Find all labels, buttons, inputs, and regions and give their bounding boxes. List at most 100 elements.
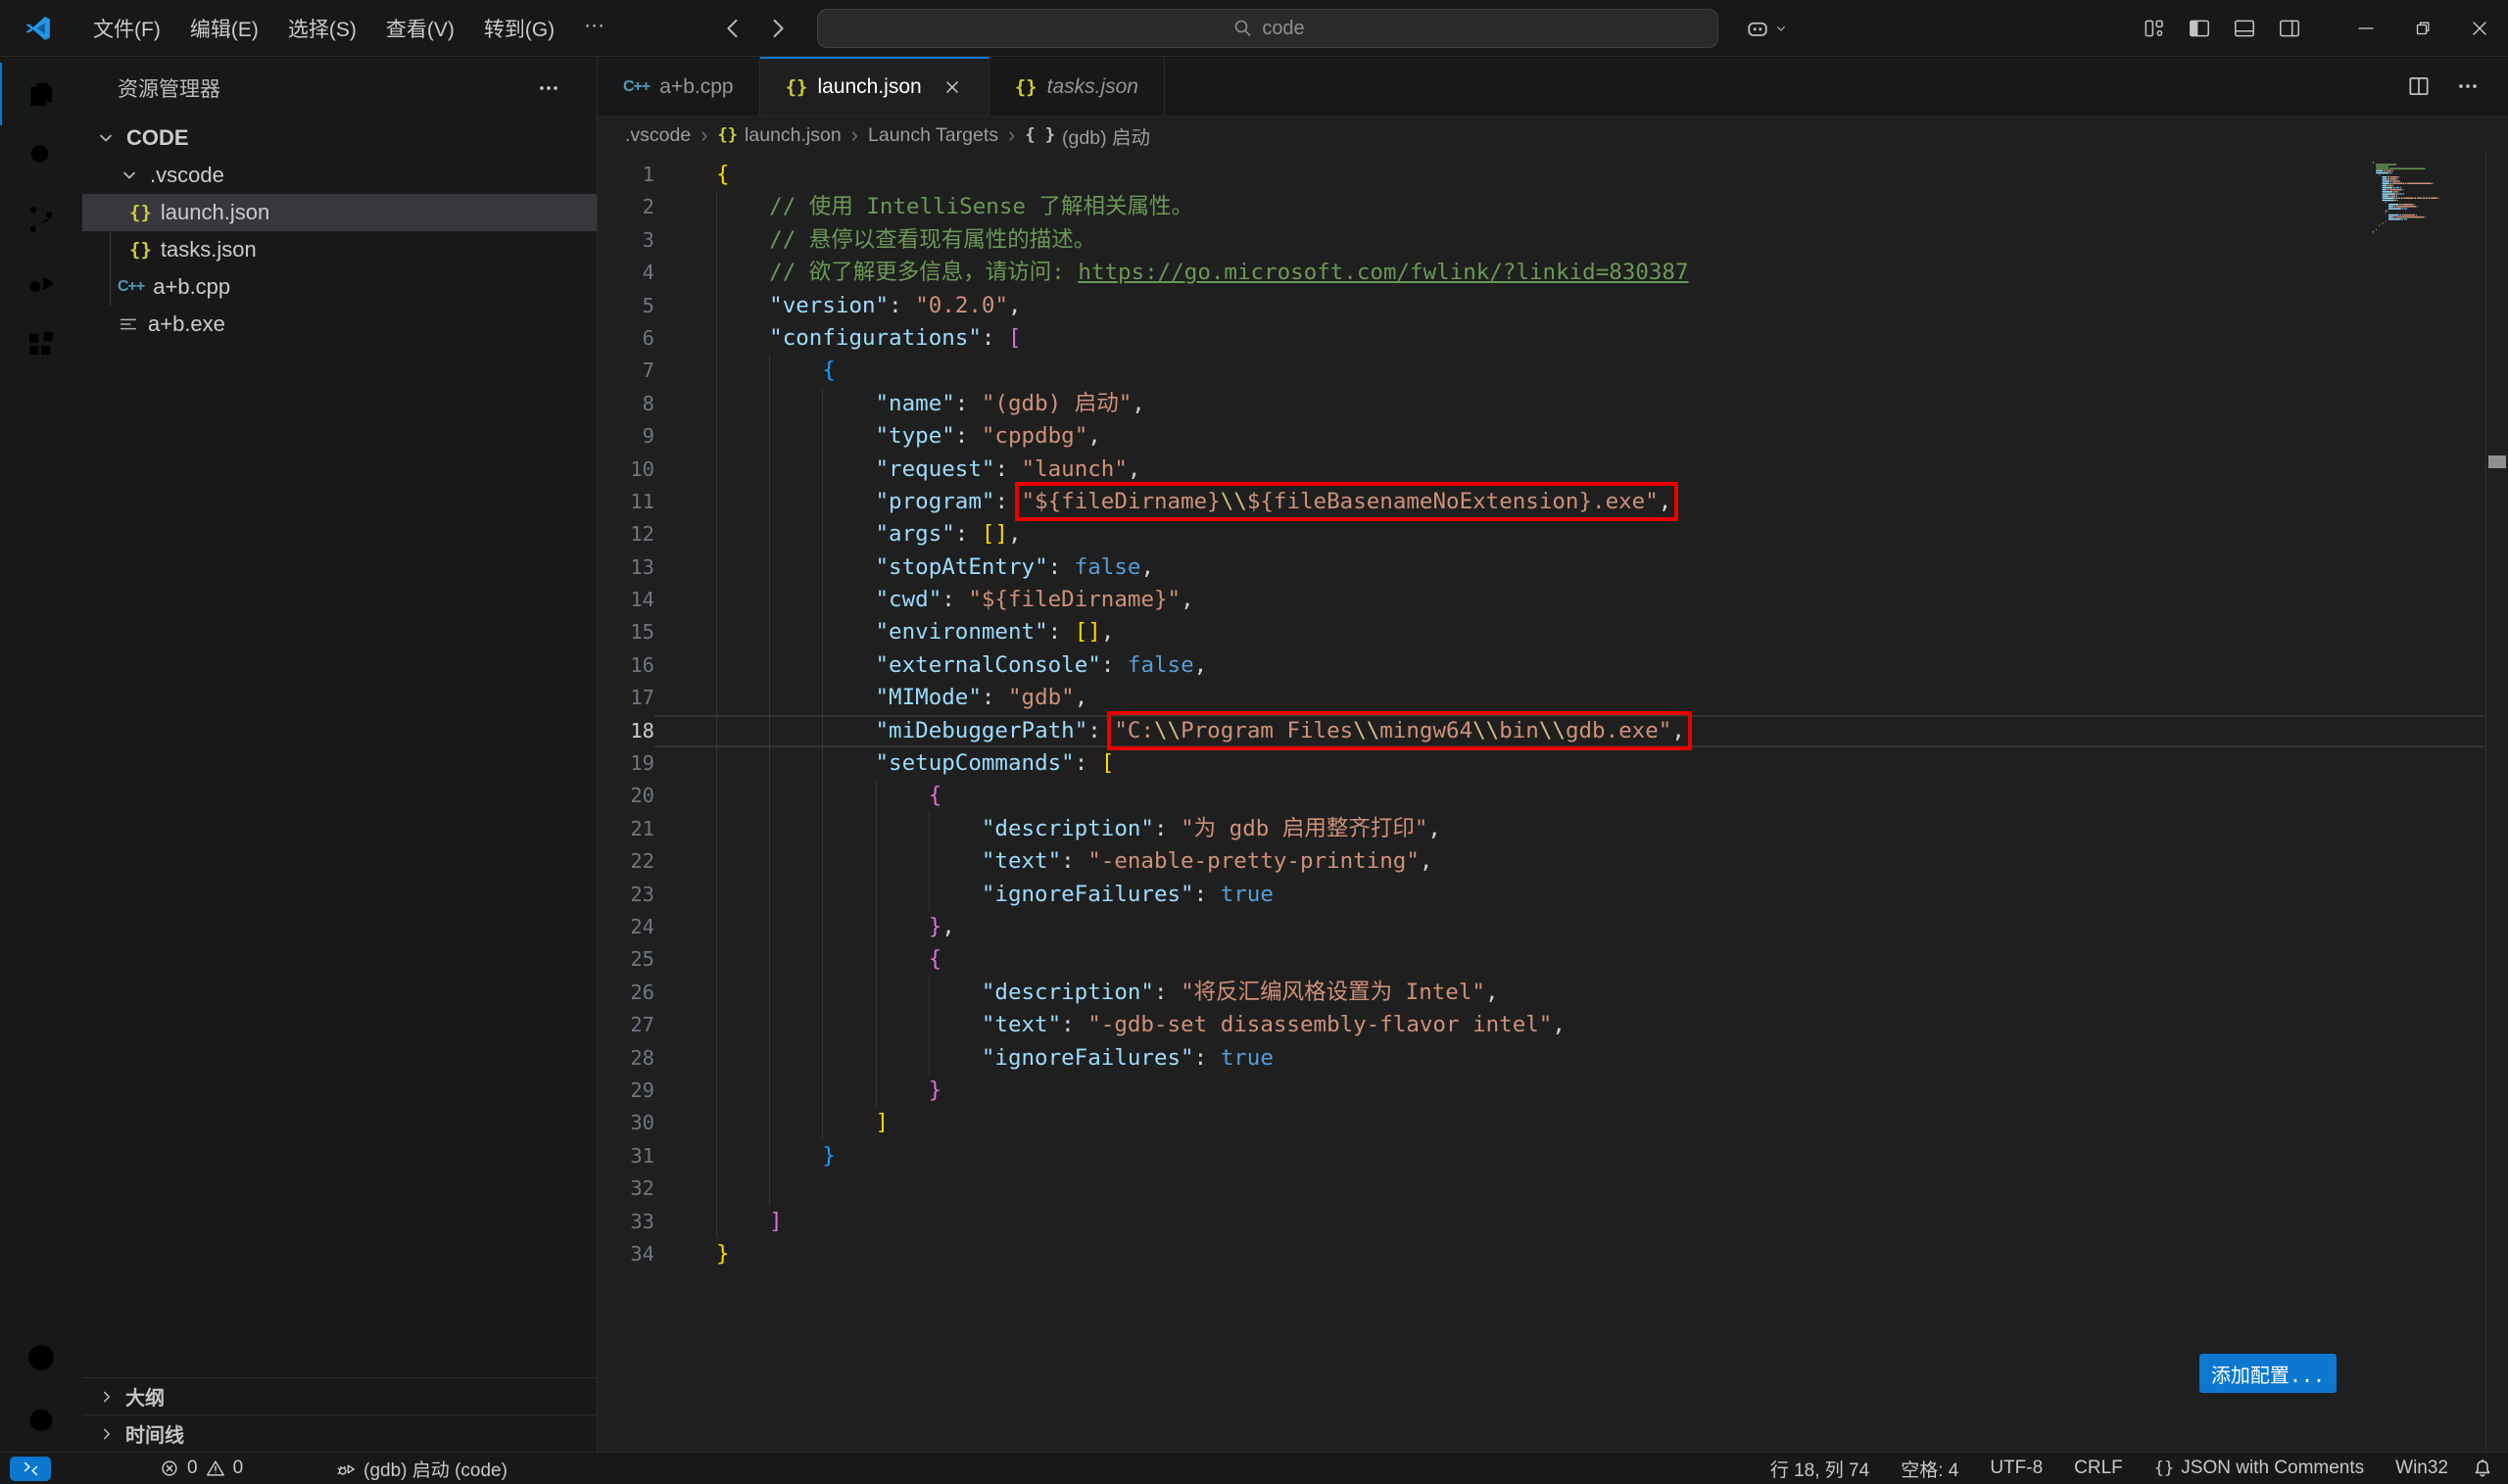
indent-guide [716, 1206, 769, 1238]
split-editor-icon[interactable] [2406, 73, 2432, 99]
minimize-button[interactable] [2338, 0, 2394, 57]
code-line: 12"args": [], [598, 518, 2484, 551]
indent-guide [822, 486, 875, 518]
problems-status[interactable]: 0 0 [151, 1458, 251, 1479]
tab-launch.json[interactable]: {}launch.json [760, 57, 989, 116]
indent-guide [822, 584, 875, 616]
more-actions-icon[interactable] [536, 75, 561, 101]
tree-item-a+b.cpp[interactable]: C++a+b.cpp [82, 268, 597, 306]
token: "(gdb) 启动" [982, 391, 1132, 416]
indent-guide [822, 813, 875, 845]
token: false [1075, 554, 1141, 580]
toggle-secondary-sidebar-icon[interactable] [2267, 0, 2312, 57]
tree-item-CODE[interactable]: CODE [82, 120, 597, 157]
toggle-panel-icon[interactable] [2222, 0, 2267, 57]
tree-item-launch.json[interactable]: {}launch.json [82, 194, 597, 231]
customize-layout-icon[interactable] [2132, 0, 2177, 57]
indent-guide [716, 1140, 769, 1173]
status-item-UTF-8[interactable]: UTF-8 [1981, 1458, 2051, 1479]
token: [ [1008, 325, 1022, 351]
menu-item[interactable]: 查看(V) [371, 7, 469, 50]
breadcrumb-item[interactable]: .vscode [625, 124, 691, 147]
code-line: 17"MIMode": "gdb", [598, 682, 2484, 714]
debug-status[interactable]: (gdb) 启动 (code) [327, 1456, 515, 1482]
tree-item-tasks.json[interactable]: {}tasks.json [82, 231, 597, 268]
add-configuration-button[interactable]: 添加配置... [2199, 1354, 2337, 1393]
menu-item[interactable]: 选择(S) [273, 7, 371, 50]
search-icon[interactable] [0, 125, 82, 188]
token: "gdb" [1008, 685, 1075, 710]
menu-item[interactable]: 转到(G) [469, 7, 569, 50]
indent-guide [769, 911, 822, 943]
status-item-JSON with Comments[interactable]: {}JSON with Comments [2146, 1458, 2373, 1479]
remote-indicator[interactable] [10, 1457, 51, 1481]
close-tab-icon [941, 76, 963, 98]
copilot-menu[interactable] [1744, 15, 1789, 42]
code-line: 21"description": "为 gdb 启用整齐打印", [598, 813, 2484, 845]
cpp-file-icon: C++ [118, 278, 144, 296]
extensions-icon[interactable] [0, 313, 82, 376]
tab-a+b.cpp[interactable]: C++a+b.cpp [598, 57, 760, 116]
tab-label: launch.json [817, 75, 921, 99]
breadcrumb-item[interactable]: Launch Targets [868, 124, 998, 147]
line-number: 31 [598, 1140, 654, 1173]
token: , [1420, 848, 1433, 874]
token: } [929, 1077, 942, 1103]
breadcrumb-label: Launch Targets [868, 124, 998, 147]
forward-arrow-icon[interactable] [762, 14, 792, 43]
indent-guide [929, 879, 982, 911]
error-icon [159, 1458, 180, 1479]
indent-guide [929, 977, 982, 1009]
run-debug-icon[interactable] [0, 251, 82, 313]
status-item-行 18, 列 74[interactable]: 行 18, 列 74 [1761, 1456, 1878, 1482]
toggle-sidebar-icon[interactable] [2177, 0, 2222, 57]
line-content: { [654, 159, 2484, 191]
chevron-right-icon [96, 1423, 118, 1445]
token: : [994, 456, 1021, 482]
indent-guide [716, 977, 769, 1009]
tree-item-.vscode[interactable]: .vscode [82, 157, 597, 194]
notifications-bell-icon[interactable] [2471, 1457, 2494, 1480]
code-line: 4// 欲了解更多信息，请访问: https://go.microsoft.co… [598, 257, 2484, 289]
status-item-Win32[interactable]: Win32 [2387, 1458, 2457, 1479]
back-arrow-icon[interactable] [719, 14, 748, 43]
line-content: "configurations": [ [654, 322, 2484, 355]
account-icon[interactable] [0, 1326, 82, 1389]
source-control-icon[interactable] [0, 188, 82, 251]
status-item-空格: 4[interactable]: 空格: 4 [1892, 1456, 1967, 1482]
symbol-icon: { } [1025, 125, 1055, 145]
menu-item[interactable]: 编辑(E) [175, 7, 273, 50]
search-box[interactable]: code [817, 9, 1718, 48]
code-line: 20{ [598, 780, 2484, 812]
line-number: 20 [598, 780, 654, 812]
token: : [1154, 816, 1181, 841]
explorer-icon[interactable] [0, 63, 82, 125]
tab-tasks.json[interactable]: {}tasks.json [989, 57, 1165, 116]
close-window-button[interactable] [2451, 0, 2508, 57]
indent-guide [716, 1009, 769, 1041]
menu-item[interactable]: 文件(F) [78, 7, 175, 50]
sidebar-section-大纲[interactable]: 大纲 [82, 1377, 597, 1414]
indent-guide [769, 420, 822, 453]
editor-group: C++a+b.cpp{}launch.json{}tasks.json .vsc… [598, 57, 2508, 1452]
tree-item-a+b.exe[interactable]: a+b.exe [82, 306, 597, 343]
scrollbar-track[interactable] [2485, 154, 2508, 1452]
indent-guide [716, 290, 769, 322]
search-icon [1230, 17, 1254, 40]
line-content: // 使用 IntelliSense 了解相关属性。 [654, 191, 2484, 223]
restore-button[interactable] [2394, 0, 2451, 57]
cpp-file-icon: C++ [623, 78, 650, 96]
token: , [1427, 816, 1441, 841]
breadcrumb-item[interactable]: {}launch.json [718, 124, 842, 147]
sidebar-section-时间线[interactable]: 时间线 [82, 1414, 597, 1452]
code-editor[interactable]: 1{2// 使用 IntelliSense 了解相关属性。3// 悬停以查看现有… [598, 154, 2508, 1452]
line-number: 6 [598, 322, 654, 355]
indent-guide [769, 879, 822, 911]
minimap[interactable] [2369, 160, 2467, 242]
breadcrumb-item[interactable]: { }(gdb) 启动 [1025, 121, 1150, 150]
status-item-CRLF[interactable]: CRLF [2065, 1458, 2132, 1479]
more-actions-icon[interactable] [2455, 73, 2481, 99]
menu-item[interactable]: ··· [569, 7, 619, 50]
line-content: "miDebuggerPath": "C:\\Program Files\\mi… [654, 715, 2484, 747]
settings-gear-icon[interactable] [0, 1389, 82, 1452]
